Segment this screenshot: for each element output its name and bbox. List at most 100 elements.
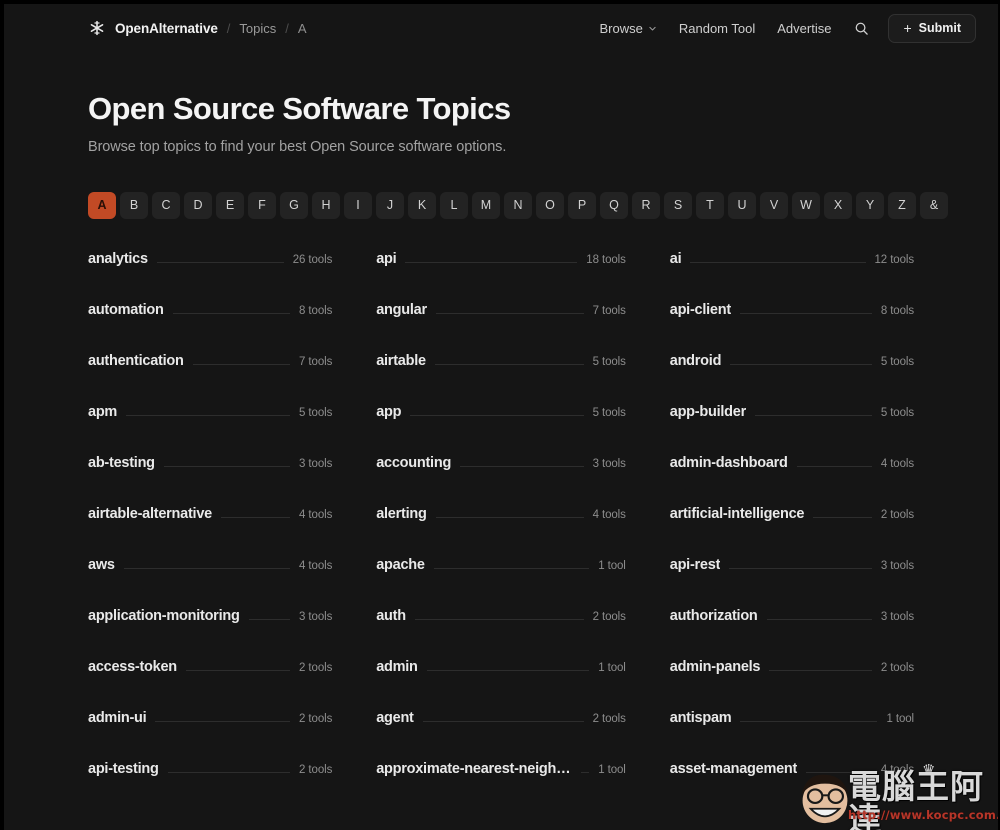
topic-link[interactable]: auth 2 tools (376, 608, 626, 659)
topic-name: agent (376, 709, 414, 726)
topic-link[interactable]: apm 5 tools (88, 404, 332, 455)
alphabet-filter-c[interactable]: C (152, 191, 180, 219)
topic-link[interactable]: agent 2 tools (376, 710, 626, 761)
brand-link[interactable]: OpenAlternative (88, 19, 218, 37)
alphabet-filter-x[interactable]: X (824, 191, 852, 219)
alphabet-filter-l[interactable]: L (440, 191, 468, 219)
topic-link[interactable]: app 5 tools (376, 404, 626, 455)
topic-link[interactable]: ai 12 tools (670, 251, 914, 302)
topic-link[interactable]: airtable-alternative 4 tools (88, 506, 332, 557)
alphabet-filter-f[interactable]: F (248, 191, 276, 219)
topic-link[interactable]: authentication 7 tools (88, 353, 332, 404)
topic-tool-count: 5 tools (592, 406, 626, 419)
alphabet-filter-y[interactable]: Y (856, 191, 884, 219)
alphabet-filter-o[interactable]: O (536, 191, 564, 219)
topic-link[interactable]: analytics 26 tools (88, 251, 332, 302)
topic-divider (739, 312, 872, 314)
topic-tool-count: 2 tools (880, 661, 914, 674)
topic-name: auth (376, 607, 406, 624)
topic-tool-count: 8 tools (880, 304, 914, 317)
alphabet-filter-m[interactable]: M (472, 191, 500, 219)
topic-name: admin-panels (669, 658, 761, 675)
topic-divider (433, 567, 590, 569)
topic-tool-count: 3 tools (299, 457, 333, 470)
alphabet-filter-s[interactable]: S (664, 191, 692, 219)
topic-link[interactable]: authorization 3 tools (670, 608, 914, 659)
topic-link[interactable]: alerting 4 tools (376, 506, 626, 557)
nav-item-advertise[interactable]: Advertise (766, 15, 842, 42)
topic-link[interactable]: aws 4 tools (88, 557, 332, 608)
topic-divider (740, 720, 878, 722)
alphabet-filter-p[interactable]: P (568, 191, 596, 219)
topic-link[interactable]: accounting 3 tools (376, 455, 626, 506)
topic-link[interactable]: admin-ui 2 tools (88, 710, 332, 761)
topic-link[interactable]: api-rest 3 tools (670, 557, 914, 608)
topic-link[interactable]: angular 7 tools (376, 302, 626, 353)
topic-name: android (669, 352, 722, 369)
alphabet-filter-symbol[interactable]: & (920, 191, 948, 219)
alphabet-filter-q[interactable]: Q (600, 191, 628, 219)
topic-divider (410, 414, 584, 416)
alphabet-filter-t[interactable]: T (696, 191, 724, 219)
alphabet-filter-h[interactable]: H (312, 191, 340, 219)
topic-name: approximate-nearest-neighbor (376, 760, 573, 777)
nav-item-random-tool[interactable]: Random Tool (668, 15, 766, 42)
alphabet-filter-j[interactable]: J (376, 191, 404, 219)
topic-link[interactable]: approximate-nearest-neighbor 1 tool (376, 761, 626, 812)
topic-divider (690, 261, 866, 263)
breadcrumb-item-topics[interactable]: Topics (239, 21, 276, 36)
alphabet-filter-u[interactable]: U (728, 191, 756, 219)
topic-name: asset-management (669, 760, 798, 777)
alphabet-filter-d[interactable]: D (184, 191, 212, 219)
topics-column: api 18 tools angular 7 tools airtable 5 tools… (376, 251, 626, 812)
alphabet-filter-v[interactable]: V (760, 191, 788, 219)
topic-divider (754, 414, 872, 416)
topic-name: admin-dashboard (669, 454, 788, 471)
topic-link[interactable]: access-token 2 tools (88, 659, 332, 710)
topic-link[interactable]: airtable 5 tools (376, 353, 626, 404)
topic-name: app (376, 403, 402, 420)
topic-name: apm (88, 403, 118, 420)
alphabet-filter-b[interactable]: B (120, 191, 148, 219)
topic-link[interactable]: api-testing 2 tools (88, 761, 332, 812)
topic-link[interactable]: admin 1 tool (376, 659, 626, 710)
topic-divider (460, 465, 584, 467)
topic-link[interactable]: apache 1 tool (376, 557, 626, 608)
topic-link[interactable]: automation 8 tools (88, 302, 332, 353)
alphabet-filter-r[interactable]: R (632, 191, 660, 219)
alphabet-filter-w[interactable]: W (792, 191, 820, 219)
alphabet-filter-z[interactable]: Z (888, 191, 916, 219)
topic-link[interactable]: app-builder 5 tools (670, 404, 914, 455)
topic-link[interactable]: application-monitoring 3 tools (88, 608, 332, 659)
alphabet-filter-e[interactable]: E (216, 191, 244, 219)
topic-link[interactable]: admin-dashboard 4 tools (670, 455, 914, 506)
topic-tool-count: 8 tools (299, 304, 333, 317)
alphabet-filter-i[interactable]: I (344, 191, 372, 219)
topic-name: airtable (376, 352, 426, 369)
topics-grid: analytics 26 tools automation 8 tools authen… (88, 251, 914, 812)
topic-name: authentication (88, 352, 184, 369)
topic-link[interactable]: android 5 tools (670, 353, 914, 404)
topic-tool-count: 5 tools (880, 355, 914, 368)
submit-button[interactable]: + Submit (888, 13, 976, 43)
topic-name: api (376, 250, 397, 267)
topic-link[interactable]: asset-management 4 tools (670, 761, 914, 812)
alphabet-filter: A B C D E F G H I J K L M N O P Q R S T U V W X Y Z & (88, 191, 948, 219)
search-button[interactable] (846, 13, 876, 43)
topic-tool-count: 26 tools (292, 253, 333, 266)
alphabet-filter-g[interactable]: G (280, 191, 308, 219)
topic-link[interactable]: admin-panels 2 tools (670, 659, 914, 710)
nav-item-browse[interactable]: Browse (589, 15, 668, 42)
alphabet-filter-a[interactable]: A (88, 191, 116, 219)
topic-link[interactable]: ab-testing 3 tools (88, 455, 332, 506)
topic-link[interactable]: antispam 1 tool (670, 710, 914, 761)
alphabet-filter-k[interactable]: K (408, 191, 436, 219)
topic-link[interactable]: api 18 tools (376, 251, 626, 302)
topic-name: api-rest (669, 556, 721, 573)
topic-tool-count: 5 tools (299, 406, 333, 419)
alphabet-filter-n[interactable]: N (504, 191, 532, 219)
topic-tool-count: 5 tools (880, 406, 914, 419)
topic-name: aws (88, 556, 115, 573)
topic-link[interactable]: api-client 8 tools (670, 302, 914, 353)
topic-link[interactable]: artificial-intelligence 2 tools (670, 506, 914, 557)
